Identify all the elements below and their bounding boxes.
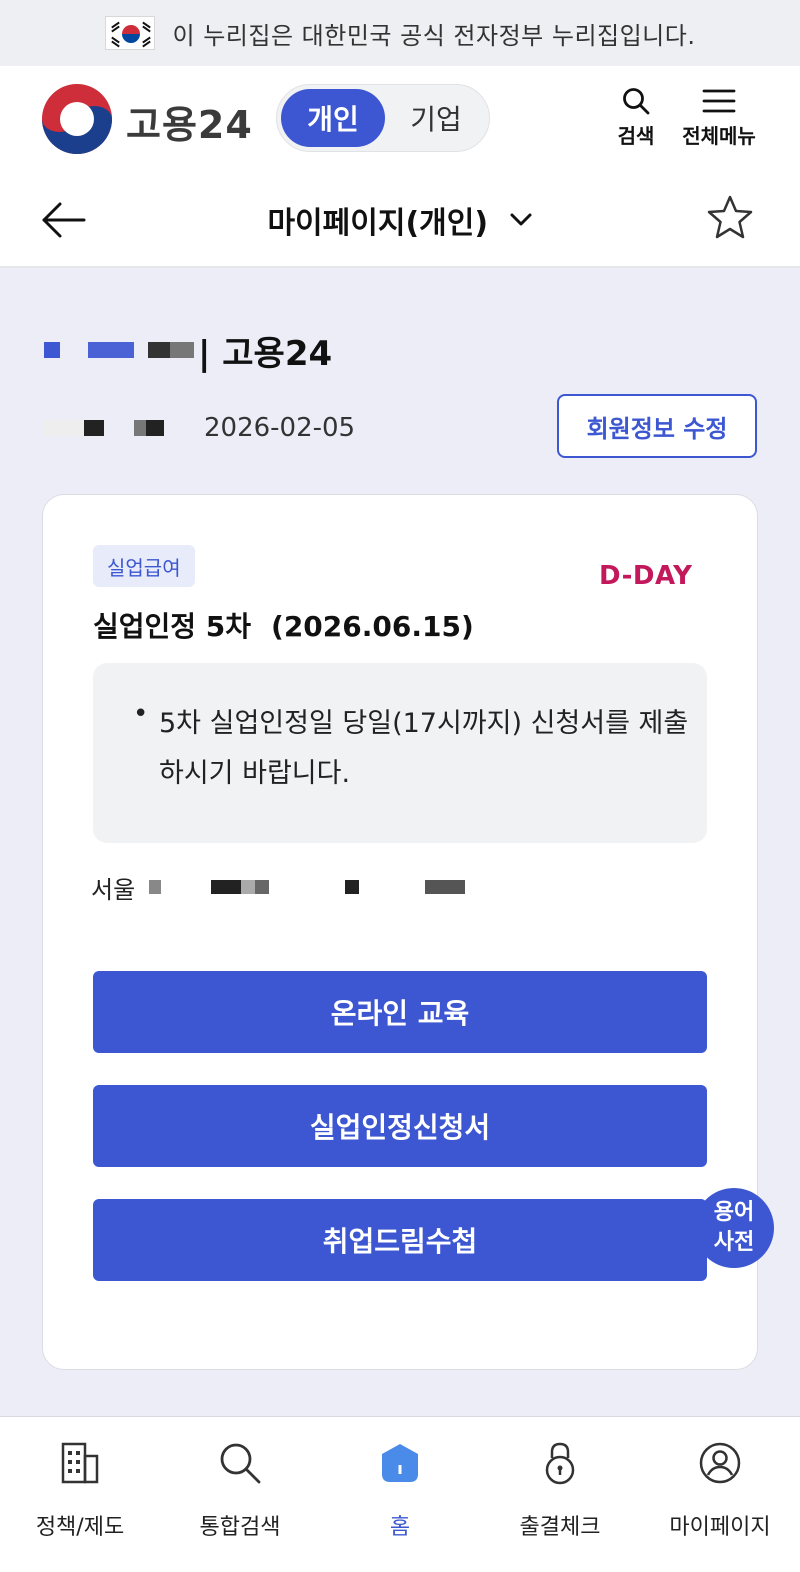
office-line: 서울: [91, 867, 476, 907]
gov-banner-text: 이 누리집은 대한민국 공식 전자정부 누리집입니다.: [172, 21, 696, 50]
search-label: 검색: [617, 124, 655, 148]
office-prefix: 서울: [91, 875, 136, 904]
masked-office-name: [135, 880, 476, 894]
notice-box: • 5차 실업인정일 당일(17시까지) 신청서를 제출하시기 바랍니다.: [93, 663, 707, 843]
nav-label-search: 통합검색: [199, 1515, 281, 1540]
masked-user-name: [44, 342, 194, 358]
join-date: 2026-02-05: [204, 413, 356, 443]
masked-user-id: [44, 420, 164, 436]
nav-label-attendance: 출결체크: [519, 1515, 601, 1540]
nav-item-attendance[interactable]: 출결체크: [480, 1417, 640, 1572]
glossary-floating-button[interactable]: 용어 사전: [694, 1188, 774, 1268]
user-type-toggle: 개인 기업: [276, 84, 490, 152]
user-name-line: | 고용24: [44, 330, 332, 374]
chevron-down-icon: [510, 213, 532, 226]
user-name-suffix: | 고용24: [198, 333, 333, 374]
user-sub-line: 2026-02-05: [44, 408, 355, 448]
nav-item-search[interactable]: 통합검색: [160, 1417, 320, 1572]
unemployment-benefit-card: 실업급여 D-DAY 실업인정 5차 (2026.06.15) • 5차 실업인정…: [42, 494, 758, 1370]
employment-dream-book-button[interactable]: 취업드림수첩: [93, 1199, 707, 1281]
search-icon: [623, 88, 650, 115]
favorite-star-icon[interactable]: [706, 194, 754, 240]
certification-title: 실업인정 5차 (2026.06.15): [93, 605, 474, 645]
certification-round: 실업인정 5차: [93, 610, 252, 643]
nav-label-mypage: 마이페이지: [669, 1515, 771, 1540]
main-content: | 고용24 2026-02-05 회원정보 수정 실업급여 D-DAY 실업인…: [0, 268, 800, 1416]
bottom-navigation: 정책/제도 통합검색 홈 출결체크 마이페이지: [0, 1416, 800, 1572]
search-button[interactable]: 검색: [610, 86, 662, 149]
notice-bullet: •: [133, 699, 149, 729]
page-title: 마이페이지(개인): [267, 206, 489, 241]
page-title-dropdown[interactable]: 마이페이지(개인): [0, 198, 800, 242]
home-icon: [382, 1444, 418, 1482]
all-menu-label: 전체메뉴: [682, 124, 756, 148]
edit-member-info-button[interactable]: 회원정보 수정: [557, 394, 757, 458]
nav-label-home: 홈: [389, 1515, 411, 1540]
online-education-button[interactable]: 온라인 교육: [93, 971, 707, 1053]
gov-banner: 이 누리집은 대한민국 공식 전자정부 누리집입니다.: [0, 0, 800, 66]
toggle-personal-button[interactable]: 개인: [281, 89, 385, 147]
page-titlebar: 마이페이지(개인): [0, 170, 800, 268]
site-header: 고용24 개인 기업 검색 전체메뉴: [0, 66, 800, 170]
glossary-line2: 사전: [713, 1230, 755, 1255]
nav-item-mypage[interactable]: 마이페이지: [640, 1417, 800, 1572]
dday-label: D-DAY: [599, 561, 693, 591]
hamburger-menu-icon: [702, 89, 736, 113]
logo-text[interactable]: 고용24: [126, 94, 253, 149]
lock-icon: [545, 1442, 575, 1485]
korea-flag-icon: [104, 16, 155, 50]
nav-label-policy: 정책/제도: [35, 1515, 125, 1540]
building-icon: [61, 1442, 99, 1484]
nav-item-policy[interactable]: 정책/제도: [0, 1417, 160, 1572]
certification-date: (2026.06.15): [271, 610, 474, 643]
glossary-line1: 용어: [713, 1200, 755, 1225]
user-profile-icon: [699, 1442, 741, 1484]
certification-form-button[interactable]: 실업인정신청서: [93, 1085, 707, 1167]
goyong24-logo-icon[interactable]: [42, 84, 112, 154]
category-badge: 실업급여: [93, 545, 195, 587]
search-icon: [220, 1443, 261, 1484]
toggle-business-button[interactable]: 기업: [385, 89, 487, 147]
notice-text: 5차 실업인정일 당일(17시까지) 신청서를 제출하시기 바랍니다.: [159, 708, 689, 789]
all-menu-button[interactable]: 전체메뉴: [674, 86, 764, 149]
nav-item-home[interactable]: 홈: [320, 1417, 480, 1572]
